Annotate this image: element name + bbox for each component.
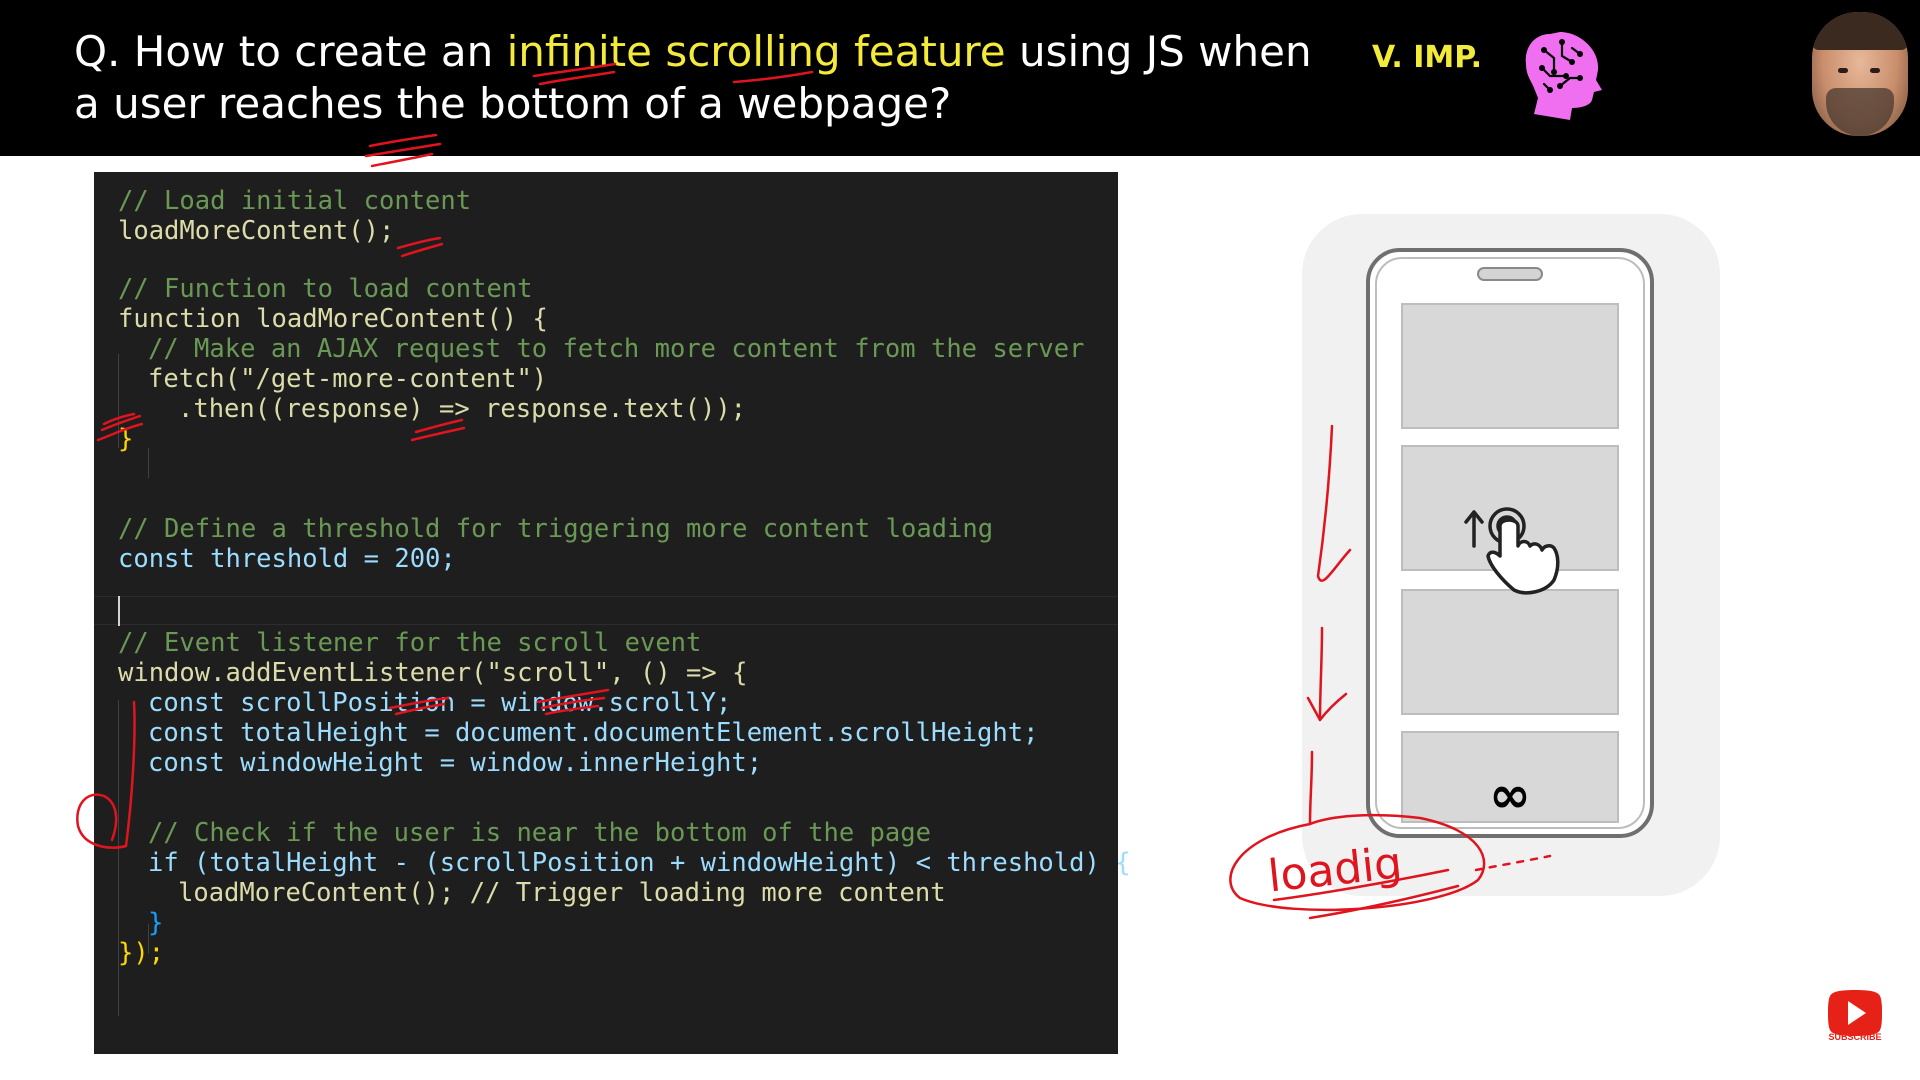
infinity-symbol: ∞ [1489,766,1531,824]
subscribe-button[interactable]: SUBSCRIBE [1818,1032,1892,1042]
content-card [1401,303,1619,429]
content-card [1401,589,1619,715]
phone-speaker [1477,267,1543,281]
phone-illustration: ∞ [1302,214,1720,896]
